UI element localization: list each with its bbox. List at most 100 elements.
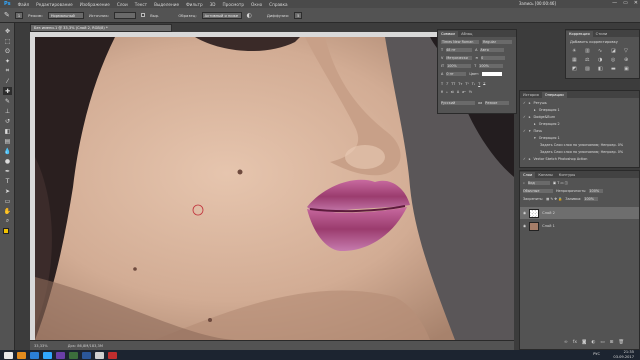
opacity-field[interactable]: 100% <box>589 189 604 193</box>
gradient-tool-icon[interactable]: ▤ <box>3 137 12 145</box>
eyedropper-tool-icon[interactable]: ⁄ <box>3 77 12 85</box>
horizontal-scale-field[interactable]: 100% <box>479 64 504 68</box>
channel-mixer-icon[interactable]: ⊕ <box>624 57 634 63</box>
recorder-icon[interactable] <box>108 351 117 359</box>
brush-size-field[interactable]: 1 <box>14 11 24 19</box>
menu-filter[interactable]: Фильтр <box>186 2 203 7</box>
ignore-adjustment-icon[interactable]: ◐ <box>247 12 252 19</box>
menu-text[interactable]: Текст <box>135 2 147 7</box>
menu-view[interactable]: Просмотр <box>223 2 245 7</box>
menu-window[interactable]: Окно <box>251 2 262 7</box>
photoshop-icon[interactable] <box>43 351 52 359</box>
aligned-checkbox[interactable] <box>141 13 146 17</box>
lasso-tool-icon[interactable]: ʘ <box>3 47 12 55</box>
dodge-tool-icon[interactable]: ● <box>3 157 12 165</box>
path-select-tool-icon[interactable]: ➤ <box>3 187 12 195</box>
ligature-icon[interactable]: fi <box>441 90 443 94</box>
tab-character[interactable]: Символ <box>438 30 459 37</box>
exposure-icon[interactable]: ◪ <box>611 48 621 54</box>
ordinal-icon[interactable]: aᵃ <box>462 90 465 94</box>
healing-brush-icon[interactable]: ✎ <box>4 11 10 19</box>
shape-tool-icon[interactable]: ▭ <box>3 197 12 205</box>
menu-select[interactable]: Выделение <box>154 2 179 7</box>
action-row[interactable]: ▸ Операция 1 <box>520 107 639 113</box>
menu-image[interactable]: Изображение <box>80 2 110 7</box>
text-color-swatch[interactable] <box>482 72 503 76</box>
fill-field[interactable]: 100% <box>584 197 599 201</box>
tab-adjustments[interactable]: Коррекция <box>566 30 593 37</box>
subscript-icon[interactable]: T₁ <box>472 82 475 86</box>
brush-tool-icon[interactable]: ✎ <box>3 97 12 105</box>
swash-icon[interactable]: ℴ <box>446 90 448 94</box>
hue-sat-icon[interactable]: ▦ <box>572 57 582 63</box>
crop-tool-icon[interactable]: ⌗ <box>3 67 12 75</box>
hand-tool-icon[interactable]: ✋ <box>3 207 12 215</box>
threshold-icon[interactable]: ◧ <box>598 66 608 72</box>
layer-row-2[interactable]: ◉ Слой 2 <box>520 207 639 219</box>
sample-select[interactable]: Активный и ниже <box>201 11 242 19</box>
vibrance-icon[interactable]: ▽ <box>624 48 634 54</box>
color-balance-icon[interactable]: ⚖ <box>585 57 595 63</box>
close-icon[interactable]: ✕ <box>634 0 638 6</box>
action-row[interactable]: ✓ ▸ Ретушь <box>520 100 639 106</box>
visibility-eye-icon[interactable]: ◉ <box>523 211 526 215</box>
blend-mode-select[interactable]: Обычные <box>523 189 553 193</box>
menu-3d[interactable]: 3D <box>210 2 216 7</box>
move-tool-icon[interactable]: ✥ <box>3 27 12 35</box>
tab-styles[interactable]: Стили <box>593 31 611 37</box>
word-icon[interactable] <box>82 351 91 359</box>
layer-row-1[interactable]: ◉ Слой 1 <box>520 220 639 232</box>
strikethrough-icon[interactable]: T <box>483 82 485 86</box>
action-row[interactable]: ▸ Операция 2 <box>520 121 639 127</box>
type-tool-icon[interactable]: T <box>3 177 12 185</box>
clone-stamp-tool-icon[interactable]: ⊥ <box>3 107 12 115</box>
titling-icon[interactable]: A <box>457 90 459 94</box>
tab-actions[interactable]: Операции <box>541 91 567 98</box>
zoom-level[interactable]: 33,33% <box>34 344 48 348</box>
curves-icon[interactable]: ∿ <box>598 48 608 54</box>
quick-select-tool-icon[interactable]: ✦ <box>3 57 12 65</box>
mode-select[interactable]: Нормальный <box>47 11 84 19</box>
menu-layers[interactable]: Слои <box>117 2 128 7</box>
link-icon[interactable]: ∞ <box>564 340 568 345</box>
action-row[interactable]: Задать Слои слоя по умолчанию; Непрозр. … <box>520 142 639 148</box>
visibility-eye-icon[interactable]: ◉ <box>523 224 526 228</box>
kerning-field[interactable]: Метрически <box>446 56 473 60</box>
mask-icon[interactable]: ◙ <box>582 340 586 345</box>
tab-paths[interactable]: Контуры <box>556 172 578 178</box>
action-row[interactable]: ✓ ▸ Dodge&Burn <box>520 114 639 120</box>
group-icon[interactable]: ▭ <box>600 340 604 345</box>
app-icon[interactable] <box>95 351 104 359</box>
diffusion-field[interactable]: 5 <box>294 11 303 19</box>
adjustment-layer-icon[interactable]: ◐ <box>591 340 595 345</box>
leading-field[interactable]: Авто <box>480 48 505 52</box>
explorer-icon[interactable] <box>17 351 26 359</box>
black-white-icon[interactable]: ◑ <box>598 57 608 63</box>
media-icon[interactable] <box>69 351 78 359</box>
tab-channels[interactable]: Каналы <box>535 172 555 178</box>
blur-tool-icon[interactable]: 💧 <box>3 147 12 155</box>
action-row[interactable]: ▾ Операция 1 <box>520 135 639 141</box>
gradient-map-icon[interactable]: ▬ <box>611 66 621 72</box>
language-indicator[interactable]: РУС <box>593 352 600 356</box>
brightness-icon[interactable]: ☀ <box>572 48 582 54</box>
vertical-scale-field[interactable]: 100% <box>447 64 472 68</box>
action-row[interactable]: ✓ ▾ Пачь <box>520 128 639 134</box>
filter-icons[interactable]: ▣ T ▭ ◫ <box>553 181 568 185</box>
font-size-field[interactable]: 48 пт <box>446 48 473 52</box>
minimize-icon[interactable]: — <box>612 0 617 6</box>
menu-help[interactable]: Справка <box>269 2 287 7</box>
tab-paragraph[interactable]: Абзац <box>458 31 475 37</box>
underline-icon[interactable]: T <box>478 82 480 86</box>
selective-color-icon[interactable]: ▣ <box>624 66 634 72</box>
menu-edit[interactable]: Редактирование <box>36 2 73 7</box>
font-style-select[interactable]: Regular <box>482 40 512 44</box>
all-caps-icon[interactable]: TT <box>451 82 455 86</box>
tab-layers[interactable]: Слои <box>520 171 536 178</box>
history-brush-tool-icon[interactable]: ↺ <box>3 117 12 125</box>
font-family-select[interactable]: Times New Roman <box>441 40 479 44</box>
new-layer-icon[interactable]: ⊞ <box>610 340 614 345</box>
ie-icon[interactable] <box>30 351 39 359</box>
marquee-tool-icon[interactable]: ⬚ <box>3 37 12 45</box>
levels-icon[interactable]: ▥ <box>585 48 595 54</box>
